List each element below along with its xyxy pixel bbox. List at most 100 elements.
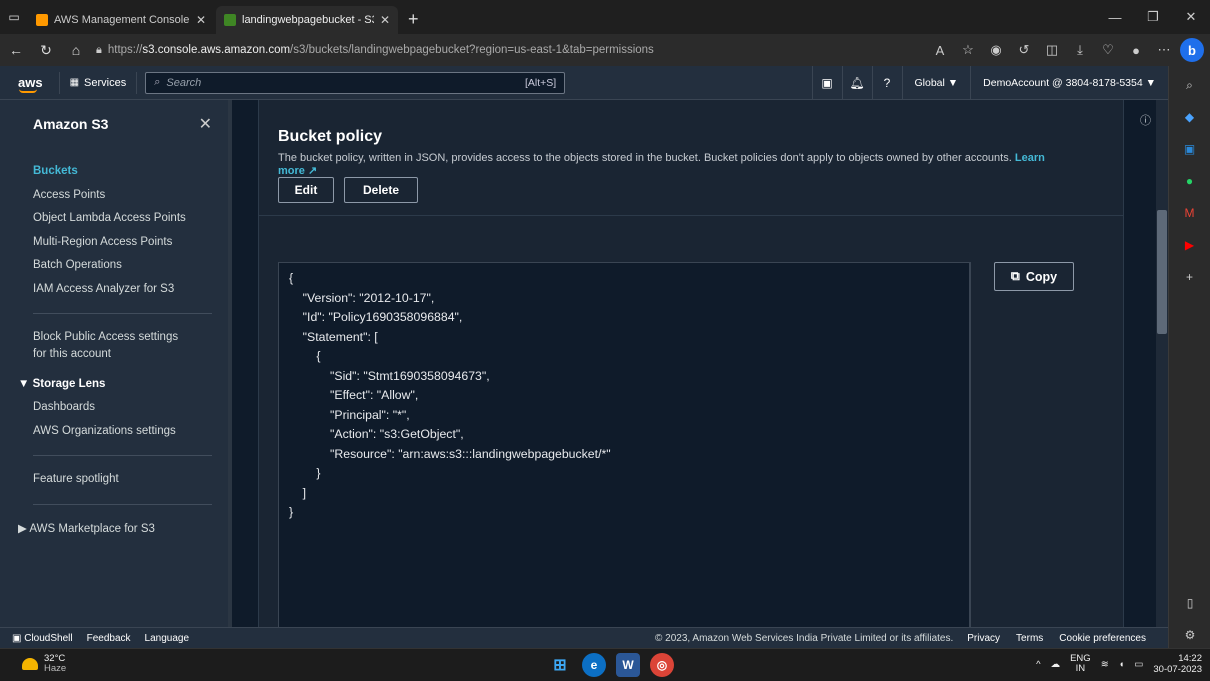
search-input[interactable]: ⌕ Search [Alt+S] <box>145 71 566 94</box>
windows-start-icon[interactable]: ⊞ <box>548 653 572 677</box>
battery-icon[interactable]: ▭ <box>1134 659 1143 670</box>
bucket-policy-panel: Bucket policy The bucket policy, written… <box>258 100 1124 627</box>
external-link-icon: ↗ <box>307 165 318 177</box>
bing-chat-icon[interactable]: b <box>1180 38 1204 62</box>
sidebar-item-feature-spotlight[interactable]: Feature spotlight <box>0 468 228 492</box>
storage-lens-toggle[interactable]: ▼ Storage Lens <box>0 372 228 396</box>
info-icon[interactable]: ⓘ <box>1140 112 1151 128</box>
language-link[interactable]: Language <box>145 633 190 644</box>
whatsapp-icon[interactable]: ● <box>1177 168 1203 194</box>
tray-app-icon[interactable]: ☁ <box>1051 659 1061 670</box>
sidebar-item-iam-analyzer[interactable]: IAM Access Analyzer for S3 <box>0 278 228 302</box>
privacy-link[interactable]: Privacy <box>967 633 1000 644</box>
aws-nav-right: ▣ 🔔︎ ? Global ▼ DemoAccount @ 3804-8178-… <box>811 66 1169 100</box>
more-menu-icon[interactable]: ⋯ <box>1150 36 1178 64</box>
add-icon[interactable]: + <box>1177 264 1203 290</box>
side-nav-title: Amazon S3 <box>33 116 109 132</box>
cloudshell-footer-button[interactable]: ▣ CloudShell <box>12 633 73 644</box>
url-text: https://s3.console.aws.amazon.com/s3/buc… <box>107 44 654 56</box>
region-selector[interactable]: Global ▼ <box>901 66 971 100</box>
divider <box>970 262 971 627</box>
restore-icon[interactable]: ❐ <box>1134 0 1172 34</box>
sidebar-item-block-public-access[interactable]: Block Public Access settings for this ac… <box>0 326 228 366</box>
sidebar-item-org-settings[interactable]: AWS Organizations settings <box>0 420 228 444</box>
copilot-icon[interactable]: ◆ <box>1177 104 1203 130</box>
sidebar-item-access-points[interactable]: Access Points <box>0 184 228 208</box>
close-icon[interactable]: ✕ <box>199 114 212 134</box>
refresh-icon[interactable]: ↻ <box>32 36 60 64</box>
extension-icon[interactable]: ◉ <box>982 36 1010 64</box>
s3-side-navigation: Amazon S3 ✕ Buckets Access Points Object… <box>0 100 228 627</box>
feedback-link[interactable]: Feedback <box>87 633 131 644</box>
help-icon[interactable]: ? <box>871 66 902 100</box>
divider <box>259 215 1123 216</box>
copy-button[interactable]: ⧉ Copy <box>994 262 1074 291</box>
settings-gear-icon[interactable]: ⚙ <box>1177 622 1203 648</box>
read-aloud-icon[interactable]: A <box>926 36 954 64</box>
gmail-icon[interactable]: M <box>1177 200 1203 226</box>
downloads-icon[interactable]: ⤓ <box>1066 36 1094 64</box>
lock-icon: 🔒︎ <box>96 43 102 56</box>
search-shortcut: [Alt+S] <box>524 76 557 89</box>
edit-button[interactable]: Edit <box>278 177 334 203</box>
aws-logo[interactable]: aws <box>0 75 59 93</box>
notifications-bell-icon[interactable]: 🔔︎ <box>841 66 872 100</box>
chevron-up-icon[interactable]: ^ <box>1036 659 1040 670</box>
windows-taskbar: 32°C Haze ⊞ e W ◎ ^ ☁ ENG IN ≋ ◖ ▭ 14:22 30… <box>0 648 1210 681</box>
outlook-icon[interactable]: ▣ <box>1177 136 1203 162</box>
haze-weather-icon <box>22 658 38 670</box>
language-indicator[interactable]: ENG IN <box>1070 654 1091 674</box>
browser-tab-aws-console[interactable]: AWS Management Console ✕ <box>28 6 214 34</box>
account-menu[interactable]: DemoAccount @ 3804-8178-5354 ▼ <box>970 66 1168 100</box>
sidebar-item-multi-region[interactable]: Multi-Region Access Points <box>0 231 228 255</box>
system-tray: ^ ☁ ENG IN ≋ ◖ ▭ 14:22 30-07-2023 <box>1036 653 1202 675</box>
back-icon[interactable]: ← <box>2 36 30 64</box>
close-tab-icon[interactable]: ✕ <box>380 13 390 27</box>
close-window-icon[interactable]: ✕ <box>1172 0 1210 34</box>
split-screen-icon[interactable]: ◫ <box>1038 36 1066 64</box>
url-field[interactable]: 🔒︎ https://s3.console.aws.amazon.com/s3/… <box>96 38 886 62</box>
cookie-preferences-link[interactable]: Cookie preferences <box>1059 633 1146 644</box>
tab-actions-icon[interactable]: ▭ <box>0 0 28 34</box>
delete-button[interactable]: Delete <box>344 177 418 203</box>
sidebar-item-batch-operations[interactable]: Batch Operations <box>0 254 228 278</box>
search-placeholder: Search <box>166 76 202 89</box>
hide-sidebar-icon[interactable]: ▯ <box>1177 590 1203 616</box>
weather-widget[interactable]: 32°C Haze <box>22 654 66 674</box>
volume-icon[interactable]: ◖ <box>1119 659 1125 670</box>
favorites-icon[interactable]: ♡ <box>1094 36 1122 64</box>
browser-tab-s3-bucket[interactable]: landingwebpagebucket - S3 buck ✕ <box>216 6 398 34</box>
close-tab-icon[interactable]: ✕ <box>196 13 206 27</box>
youtube-icon[interactable]: ▶ <box>1177 232 1203 258</box>
terms-link[interactable]: Terms <box>1016 633 1043 644</box>
search-icon[interactable]: ⌕ <box>1177 72 1203 98</box>
wifi-icon[interactable]: ≋ <box>1101 659 1109 670</box>
window-controls: — ❐ ✕ <box>1096 0 1210 34</box>
address-bar-row: ← ↻ ⌂ 🔒︎ https://s3.console.aws.amazon.c… <box>0 34 1210 66</box>
sidebar-item-dashboards[interactable]: Dashboards <box>0 396 228 420</box>
sidebar-item-buckets[interactable]: Buckets <box>0 160 228 184</box>
copy-icon: ⧉ <box>1010 269 1020 283</box>
scrollbar-thumb[interactable] <box>1157 210 1167 334</box>
word-icon[interactable]: W <box>616 653 640 677</box>
clock[interactable]: 14:22 30-07-2023 <box>1153 653 1202 675</box>
page-title: Bucket policy <box>278 128 383 145</box>
minimize-icon[interactable]: — <box>1096 0 1134 34</box>
profile-avatar-icon[interactable]: ● <box>1122 36 1150 64</box>
policy-json-viewer[interactable]: { "Version": "2012-10-17", "Id": "Policy… <box>278 262 970 627</box>
cloudshell-icon[interactable]: ▣ <box>811 66 842 100</box>
copyright-text: © 2023, Amazon Web Services India Privat… <box>655 632 954 644</box>
divider <box>33 313 212 314</box>
favorite-star-icon[interactable]: ☆ <box>954 36 982 64</box>
sidebar-item-marketplace[interactable]: ▶ AWS Marketplace for S3 <box>0 517 228 541</box>
chrome-icon[interactable]: ◎ <box>650 653 674 677</box>
sidebar-item-object-lambda[interactable]: Object Lambda Access Points <box>0 207 228 231</box>
refresh-extension-icon[interactable]: ↺ <box>1010 36 1038 64</box>
aws-top-nav: aws ▦ Services ⌕ Search [Alt+S] ▣ 🔔︎ ? G… <box>0 66 1168 100</box>
services-menu-button[interactable]: ▦ Services <box>58 71 138 94</box>
main-scrollbar[interactable] <box>1156 100 1168 627</box>
edge-browser-icon[interactable]: e <box>582 653 606 677</box>
home-icon[interactable]: ⌂ <box>62 36 90 64</box>
new-tab-button[interactable]: + <box>400 6 427 34</box>
grid-icon: ▦ <box>69 77 80 88</box>
